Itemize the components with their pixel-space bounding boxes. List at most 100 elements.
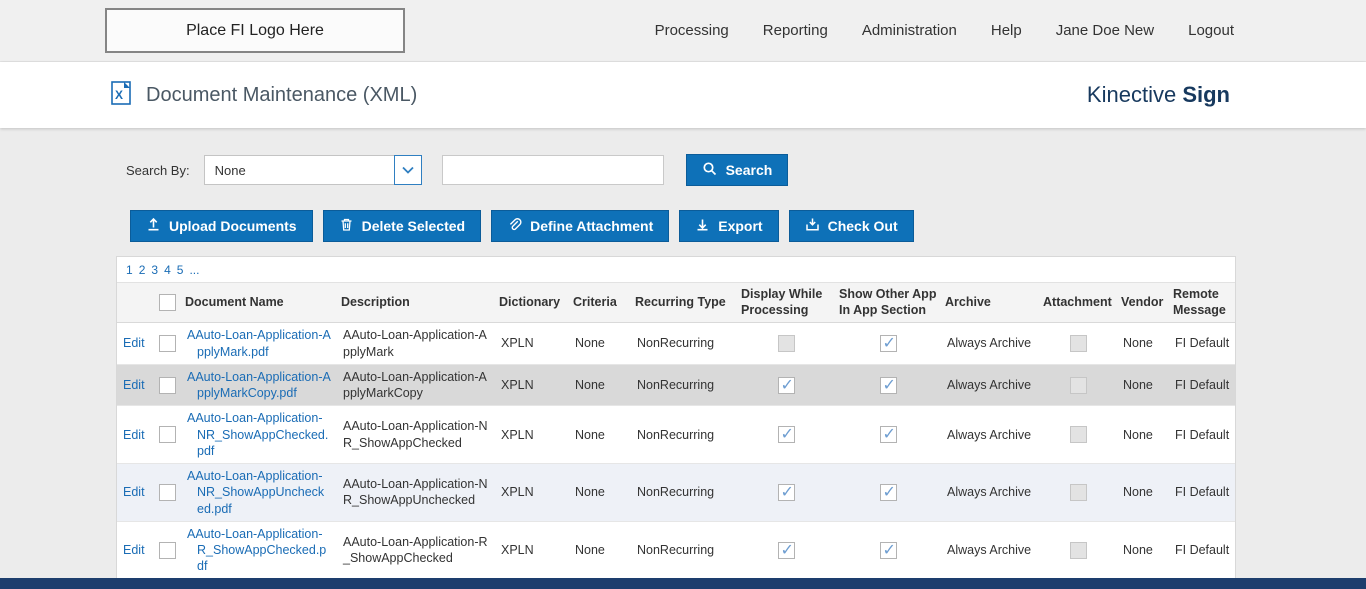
checkout-icon — [805, 217, 820, 235]
show-other-app-checkbox[interactable] — [879, 376, 897, 396]
row-checkbox[interactable] — [159, 335, 176, 353]
edit-link[interactable]: Edit — [123, 543, 145, 557]
row-checkbox[interactable] — [159, 426, 176, 444]
dictionary-cell: XPLN — [501, 336, 534, 351]
page-link-5[interactable]: 5 — [177, 263, 184, 277]
show-other-app-checkbox[interactable] — [879, 425, 897, 446]
nav-item-reporting[interactable]: Reporting — [763, 22, 828, 39]
row-checkbox[interactable] — [159, 376, 176, 394]
footer-bar — [0, 578, 1366, 589]
row-checkbox[interactable] — [159, 483, 176, 501]
description-cell: AAuto-Loan-Application-R_ShowAppChecked — [343, 534, 488, 566]
nav-item-administration[interactable]: Administration — [862, 22, 957, 39]
display-while-processing-checkbox[interactable] — [777, 541, 795, 562]
document-name-link[interactable]: AAuto-Loan-Application-NR_ShowAppUncheck… — [187, 468, 331, 517]
check-out-button[interactable]: Check Out — [788, 210, 914, 242]
remote-message-cell: FI Default — [1175, 543, 1230, 557]
define-attachment-button[interactable]: Define Attachment — [491, 210, 670, 242]
show-other-app-checkbox[interactable] — [879, 541, 897, 562]
dictionary-cell: XPLN — [501, 485, 534, 500]
display-while-processing-checkbox[interactable] — [777, 425, 795, 446]
display-while-processing-checkbox[interactable] — [777, 483, 795, 504]
show-other-app-checkbox[interactable] — [879, 483, 897, 504]
download-icon — [695, 217, 710, 235]
description-cell: AAuto-Loan-Application-ApplyMarkCopy — [343, 369, 487, 400]
page-link-2[interactable]: 2 — [139, 263, 146, 277]
archive-cell: Always Archive — [947, 377, 1032, 392]
search-by-dropdown[interactable]: None — [203, 155, 422, 185]
svg-text:X: X — [115, 88, 123, 102]
fi-logo-text: Place FI Logo Here — [186, 21, 324, 39]
header-band: X Document Maintenance (XML) Kinective S… — [0, 62, 1366, 128]
row-checkbox[interactable] — [159, 541, 176, 559]
nav-item-logout[interactable]: Logout — [1188, 22, 1234, 39]
documents-table: Document Name Description Dictionary Cri… — [117, 281, 1235, 578]
header-show-other-app: Show Other App In App Section — [835, 281, 941, 324]
search-button[interactable]: Search — [685, 154, 789, 186]
chevron-down-icon[interactable] — [393, 155, 422, 185]
archive-cell: Always Archive — [947, 427, 1032, 442]
top-nav: Processing Reporting Administration Help… — [655, 22, 1366, 39]
document-name-link[interactable]: AAuto-Loan-Application-NR_ShowAppChecked… — [187, 410, 331, 459]
title-wrap: X Document Maintenance (XML) — [108, 80, 417, 111]
paperclip-icon — [507, 217, 522, 235]
page-link-1[interactable]: 1 — [126, 263, 133, 277]
header-dictionary: Dictionary — [495, 281, 569, 324]
description-cell: AAuto-Loan-Application-NR_ShowAppChecked — [343, 419, 488, 450]
page-link-4[interactable]: 4 — [164, 263, 171, 277]
top-bar: Place FI Logo Here Processing Reporting … — [0, 0, 1366, 62]
attachment-checkbox[interactable] — [1069, 376, 1087, 394]
delete-selected-button[interactable]: Delete Selected — [322, 210, 482, 242]
document-xml-icon: X — [108, 80, 134, 111]
dictionary-cell: XPLN — [501, 543, 534, 557]
upload-documents-button[interactable]: Upload Documents — [130, 210, 313, 242]
document-name-link[interactable]: AAuto-Loan-Application-ApplyMark.pdf — [187, 327, 331, 360]
criteria-cell: None — [575, 427, 605, 442]
page-title: Document Maintenance (XML) — [146, 83, 418, 106]
header-attachment: Attachment — [1039, 281, 1117, 324]
document-name-link[interactable]: AAuto-Loan-Application-ApplyMarkCopy.pdf — [187, 369, 331, 402]
export-button[interactable]: Export — [679, 210, 779, 242]
table-row: Edit AAuto-Loan-Application-R_ShowAppChe… — [117, 521, 1235, 578]
header-remote-message: Remote Message — [1169, 281, 1235, 324]
criteria-cell: None — [575, 543, 605, 557]
attachment-checkbox[interactable] — [1069, 335, 1087, 353]
vendor-cell: None — [1123, 336, 1153, 351]
edit-link[interactable]: Edit — [123, 428, 145, 442]
remote-message-cell: FI Default — [1175, 485, 1230, 500]
document-name-link[interactable]: AAuto-Loan-Application-R_ShowAppChecked.… — [187, 526, 331, 575]
recurring-type-cell: NonRecurring — [637, 336, 715, 351]
edit-link[interactable]: Edit — [123, 336, 145, 350]
attachment-checkbox[interactable] — [1069, 426, 1087, 444]
header-document-name: Document Name — [181, 281, 337, 324]
edit-link[interactable]: Edit — [123, 378, 145, 392]
archive-cell: Always Archive — [947, 543, 1032, 557]
select-all-checkbox[interactable] — [158, 294, 176, 312]
dictionary-cell: XPLN — [501, 377, 534, 392]
table-row: Edit AAuto-Loan-Application-NR_ShowAppUn… — [117, 463, 1235, 522]
upload-icon — [146, 217, 161, 235]
remote-message-cell: FI Default — [1175, 336, 1230, 351]
recurring-type-cell: NonRecurring — [637, 377, 715, 392]
attachment-checkbox[interactable] — [1069, 483, 1087, 501]
page-link-ellipsis[interactable]: ... — [189, 263, 199, 277]
display-while-processing-checkbox[interactable] — [777, 335, 795, 353]
nav-item-user[interactable]: Jane Doe New — [1056, 22, 1154, 39]
nav-item-help[interactable]: Help — [991, 22, 1022, 39]
search-input[interactable] — [441, 155, 664, 185]
content: Search By: None Search Upload Documents … — [0, 128, 1366, 578]
description-cell: AAuto-Loan-Application-NR_ShowAppUncheck… — [343, 477, 488, 508]
attachment-checkbox[interactable] — [1069, 541, 1087, 559]
brand-bold: Sign — [1182, 82, 1230, 107]
criteria-cell: None — [575, 336, 605, 351]
search-icon — [702, 161, 718, 180]
search-by-dropdown-value: None — [214, 162, 246, 178]
criteria-cell: None — [575, 377, 605, 392]
brand-logo: Kinective Sign — [1087, 82, 1230, 108]
documents-table-card: 1 2 3 4 5 ... Document Name Description … — [116, 256, 1236, 578]
nav-item-processing[interactable]: Processing — [655, 22, 729, 39]
page-link-3[interactable]: 3 — [151, 263, 158, 277]
display-while-processing-checkbox[interactable] — [777, 376, 795, 396]
edit-link[interactable]: Edit — [123, 485, 145, 499]
show-other-app-checkbox[interactable] — [879, 334, 897, 355]
